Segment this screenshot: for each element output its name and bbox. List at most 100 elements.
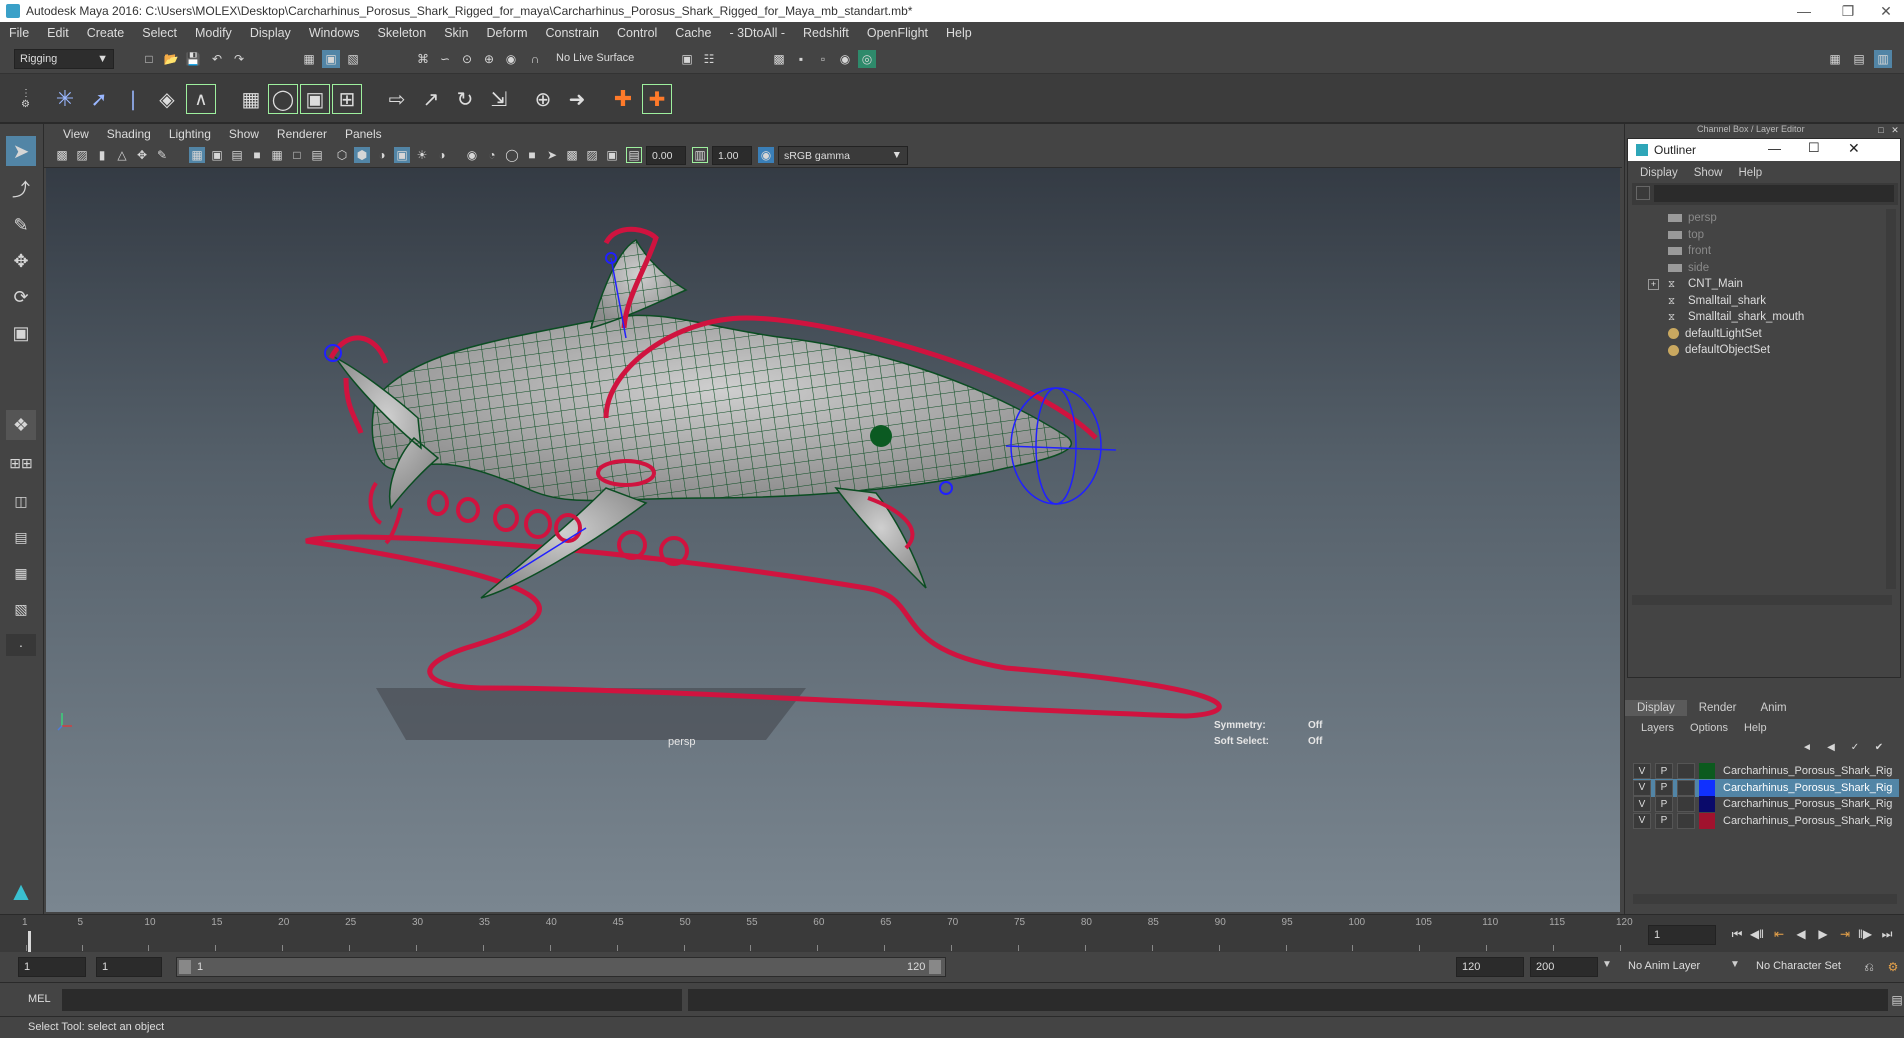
outliner-hscrollbar[interactable] — [1632, 595, 1892, 605]
parent-constraint-icon[interactable]: ⇨ — [382, 84, 412, 114]
animation-end-field[interactable]: 200 — [1530, 957, 1598, 977]
outliner-item[interactable]: ⧖ Smalltail_shark_mouth — [1668, 308, 1804, 326]
outliner-item[interactable]: side — [1668, 259, 1709, 277]
ambient-occlusion-icon[interactable]: ◉ — [464, 147, 480, 163]
current-frame-field[interactable]: 1 — [1648, 925, 1716, 945]
wireframe-icon[interactable]: ⬡ — [334, 147, 350, 163]
wrap-icon[interactable]: ▣ — [300, 84, 330, 114]
layer-row[interactable]: V P Carcharhinus_Porosus_Shark_Rig — [1633, 762, 1899, 780]
resolution-gate-icon[interactable]: ▤ — [229, 147, 245, 163]
float-panel-icon[interactable]: □ — [1875, 124, 1887, 136]
render-frame-icon[interactable]: ▩ — [770, 50, 788, 68]
new-layer-icon[interactable]: ✓ — [1847, 740, 1863, 754]
gate-mask-icon[interactable]: ■ — [249, 147, 265, 163]
layer-tab-anim[interactable]: Anim — [1748, 700, 1798, 716]
layer-menu-help[interactable]: Help — [1736, 722, 1775, 734]
side-by-side-layout-icon[interactable]: ◫ — [6, 486, 36, 516]
menu-skin[interactable]: Skin — [435, 26, 477, 40]
persp-viewport[interactable]: persp Symmetry: Off Soft Select: Off — [46, 168, 1620, 912]
layer-tab-display[interactable]: Display — [1625, 700, 1687, 716]
layer-row[interactable]: V P Carcharhinus_Porosus_Shark_Rig — [1633, 778, 1899, 797]
exposure-field[interactable]: 0.00 — [646, 146, 686, 165]
step-back-key-icon[interactable]: ⇤ — [1770, 925, 1788, 943]
point-constraint-icon[interactable]: ↗ — [416, 84, 446, 114]
outliner-vscrollbar[interactable] — [1886, 209, 1896, 589]
field-chart-icon[interactable]: ▦ — [269, 147, 285, 163]
select-object-icon[interactable]: ▣ — [322, 50, 340, 68]
current-time-marker[interactable] — [28, 931, 31, 953]
custom-layout-icon[interactable]: · — [6, 634, 36, 656]
outliner-item[interactable]: top — [1668, 226, 1704, 244]
gamma-toggle-icon[interactable]: ▥ — [692, 147, 708, 163]
close-panel-icon[interactable]: ✕ — [1889, 124, 1901, 136]
outliner-item[interactable]: defaultLightSet — [1668, 325, 1762, 343]
set-driven-key-icon[interactable]: ✚ — [642, 84, 672, 114]
time-slider[interactable]: 1 5 10 15 20 25 30 35 40 45 50 55 60 65 70 75 80 85 90 95 10… — [0, 914, 1904, 953]
select-camera-icon[interactable]: ▩ — [54, 147, 70, 163]
menu-display[interactable]: Display — [241, 26, 300, 40]
menu-file[interactable]: File — [0, 26, 38, 40]
depth-of-field-icon[interactable]: ■ — [524, 147, 540, 163]
mel-label[interactable]: MEL — [28, 993, 51, 1005]
gamma-field[interactable]: 1.00 — [712, 146, 752, 165]
character-set-dropdown[interactable]: No Character Set — [1756, 960, 1841, 972]
menu-skeleton[interactable]: Skeleton — [369, 26, 436, 40]
menu-select[interactable]: Select — [133, 26, 186, 40]
step-forward-key-icon[interactable]: ⇥ — [1836, 925, 1854, 943]
camera-attributes-icon[interactable]: ▨ — [74, 147, 90, 163]
layer-row[interactable]: V P Carcharhinus_Porosus_Shark_Rig — [1633, 812, 1899, 830]
ipr-render-icon[interactable]: ▪ — [792, 50, 810, 68]
range-bar[interactable]: 1 120 — [176, 957, 946, 977]
snap-point-icon[interactable]: ⊙ — [458, 50, 476, 68]
layer-playback-toggle[interactable]: P — [1655, 796, 1673, 812]
menu-modify[interactable]: Modify — [186, 26, 241, 40]
save-scene-icon[interactable]: 💾 — [184, 50, 202, 68]
outliner-item[interactable]: + ⧖ CNT_Main — [1648, 275, 1743, 293]
menu-create[interactable]: Create — [78, 26, 134, 40]
layer-row[interactable]: V P Carcharhinus_Porosus_Shark_Rig — [1633, 795, 1899, 813]
textured-icon[interactable]: ▣ — [394, 147, 410, 163]
layer-tab-render[interactable]: Render — [1687, 700, 1749, 716]
layer-color-swatch[interactable] — [1699, 763, 1715, 779]
aim-constraint-icon[interactable]: ⊕ — [528, 84, 558, 114]
expand-icon[interactable]: + — [1648, 278, 1659, 290]
toggle-attribute-editor-icon[interactable]: ▦ — [1826, 50, 1844, 68]
scale-tool-icon[interactable]: ▣ — [6, 318, 36, 348]
range-end-handle[interactable] — [929, 960, 941, 974]
move-layer-down-icon[interactable]: ◀ — [1823, 740, 1839, 754]
toggle-channel-box-icon[interactable]: ▥ — [1874, 50, 1892, 68]
layer-hscrollbar[interactable] — [1633, 894, 1897, 904]
range-start-handle[interactable] — [179, 960, 191, 974]
go-to-end-icon[interactable]: ⏭ — [1878, 925, 1896, 943]
magnet-icon[interactable]: ∩ — [526, 50, 544, 68]
play-backwards-icon[interactable]: ◀ — [1792, 925, 1810, 943]
playback-end-field[interactable]: 120 — [1456, 957, 1524, 977]
menu-redshift[interactable]: Redshift — [794, 26, 858, 40]
outliner-item[interactable]: persp — [1668, 209, 1717, 227]
restore-icon[interactable]: ❐ — [1830, 0, 1866, 22]
outliner-item[interactable]: ⧖ Smalltail_shark — [1668, 292, 1766, 310]
layer-display-type-toggle[interactable] — [1677, 779, 1695, 796]
render-setup-icon[interactable]: ◎ — [858, 50, 876, 68]
layer-color-swatch[interactable] — [1699, 796, 1715, 812]
layer-display-type-toggle[interactable] — [1677, 796, 1695, 812]
maximize-icon[interactable]: ☐ — [1808, 140, 1820, 156]
layer-visibility-toggle[interactable]: V — [1633, 812, 1651, 829]
xray-components-icon[interactable]: ▣ — [604, 147, 620, 163]
step-back-frame-icon[interactable]: ◀‖ — [1748, 925, 1766, 943]
film-gate-icon[interactable]: ▣ — [209, 147, 225, 163]
paint-select-icon[interactable]: ✎ — [6, 210, 36, 240]
hypershade-icon[interactable]: ◉ — [836, 50, 854, 68]
shadows-icon[interactable]: ◑ — [434, 147, 450, 163]
select-hierarchy-icon[interactable]: ▦ — [300, 50, 318, 68]
panel-menu-shading[interactable]: Shading — [98, 127, 160, 141]
xray-joints-icon[interactable]: ▨ — [584, 147, 600, 163]
playback-start-field[interactable]: 1 — [96, 957, 162, 977]
menu-control[interactable]: Control — [608, 26, 666, 40]
paint-weights-icon[interactable]: ◈ — [152, 84, 182, 114]
scene-canvas[interactable] — [46, 168, 1620, 912]
rotate-tool-icon[interactable]: ⟳ — [6, 282, 36, 312]
snap-surface-icon[interactable]: ◉ — [502, 50, 520, 68]
minimize-icon[interactable]: — — [1768, 141, 1781, 156]
render-settings-icon[interactable]: ☷ — [700, 50, 718, 68]
